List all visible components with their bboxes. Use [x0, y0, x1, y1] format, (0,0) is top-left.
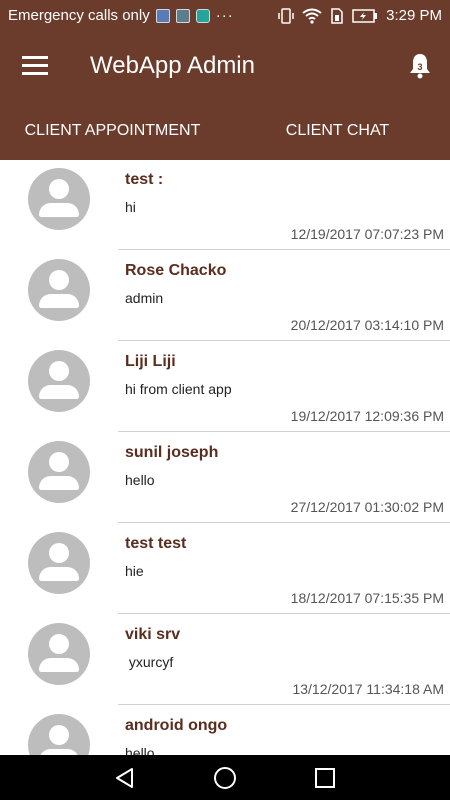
message-timestamp: 12/19/2017 07:07:23 PM — [290, 226, 444, 242]
message-timestamp: 13/12/2017 11:34:18 AM — [292, 681, 444, 697]
divider — [118, 340, 450, 341]
status-bar: Emergency calls only ··· 3:29 PM — [0, 0, 450, 32]
wifi-icon — [302, 8, 322, 24]
vibrate-icon — [278, 7, 294, 24]
avatar-icon — [28, 441, 90, 503]
divider — [118, 431, 450, 432]
chat-list-item[interactable]: Rose Chacko admin 20/12/2017 03:14:10 PM — [0, 251, 450, 342]
tab-bar: CLIENT APPOINTMENT CLIENT CHAT — [0, 102, 450, 260]
client-name: Rose Chacko — [125, 262, 227, 279]
usb-icon — [155, 8, 170, 23]
status-right: 3:29 PM — [278, 7, 442, 24]
message-timestamp: 19/12/2017 12:09:36 PM — [290, 408, 444, 424]
clock: 3:29 PM — [386, 7, 442, 24]
status-left: Emergency calls only ··· — [8, 7, 234, 24]
back-icon[interactable] — [112, 765, 138, 791]
notification-bell-icon[interactable]: 3 — [404, 50, 436, 82]
chat-list-item[interactable]: test : hi 12/19/2017 07:07:23 PM — [0, 160, 450, 251]
sim-icon — [331, 7, 343, 24]
divider — [118, 613, 450, 614]
battery-icon — [352, 8, 378, 23]
home-icon[interactable] — [212, 765, 238, 791]
last-message: hie — [125, 563, 144, 579]
avatar-icon — [28, 350, 90, 412]
avatar-icon — [28, 259, 90, 321]
avatar-icon — [28, 532, 90, 594]
divider — [118, 704, 450, 705]
client-name: test test — [125, 535, 187, 552]
chat-list[interactable]: test : hi 12/19/2017 07:07:23 PM Rose Ch… — [0, 160, 450, 755]
more-notifications-icon: ··· — [215, 7, 234, 24]
message-timestamp: 27/12/2017 01:30:02 PM — [290, 499, 444, 515]
system-nav-bar — [0, 755, 450, 800]
avatar-icon — [28, 168, 90, 230]
notification-count: 3 — [417, 62, 423, 72]
app-notification-icon — [195, 8, 210, 23]
last-message: admin — [125, 290, 164, 306]
last-message: hello — [125, 745, 155, 755]
carrier-text: Emergency calls only — [8, 7, 150, 24]
client-name: test : — [125, 171, 164, 188]
client-name: Liji Liji — [125, 353, 176, 370]
app-bar: WebApp Admin 3 — [0, 32, 450, 102]
client-name: viki srv — [125, 626, 181, 643]
last-message: hi from client app — [125, 381, 232, 397]
menu-icon[interactable] — [22, 56, 48, 76]
last-message: hi — [125, 199, 136, 215]
avatar-icon — [28, 714, 90, 755]
client-name: android ongo — [125, 717, 228, 734]
last-message: hello — [125, 472, 155, 488]
last-message: yxurcyf — [125, 654, 174, 670]
avatar-icon — [28, 623, 90, 685]
chat-list-item[interactable]: viki srv yxurcyf 13/12/2017 11:34:18 AM — [0, 615, 450, 706]
message-timestamp: 18/12/2017 07:15:35 PM — [290, 590, 444, 606]
chat-list-item[interactable]: Liji Liji hi from client app 19/12/2017 … — [0, 342, 450, 433]
chat-list-item[interactable]: android ongo hello — [0, 706, 450, 755]
divider — [118, 522, 450, 523]
message-timestamp: 20/12/2017 03:14:10 PM — [290, 317, 444, 333]
recents-icon[interactable] — [312, 765, 338, 791]
chat-list-item[interactable]: test test hie 18/12/2017 07:15:35 PM — [0, 524, 450, 615]
tab-client-chat[interactable]: CLIENT CHAT — [225, 102, 450, 160]
app-title: WebApp Admin — [90, 52, 255, 79]
client-name: sunil joseph — [125, 444, 219, 461]
chat-list-item[interactable]: sunil joseph hello 27/12/2017 01:30:02 P… — [0, 433, 450, 524]
gallery-icon — [175, 8, 190, 23]
tab-client-appointment[interactable]: CLIENT APPOINTMENT — [0, 102, 225, 160]
divider — [118, 249, 450, 250]
